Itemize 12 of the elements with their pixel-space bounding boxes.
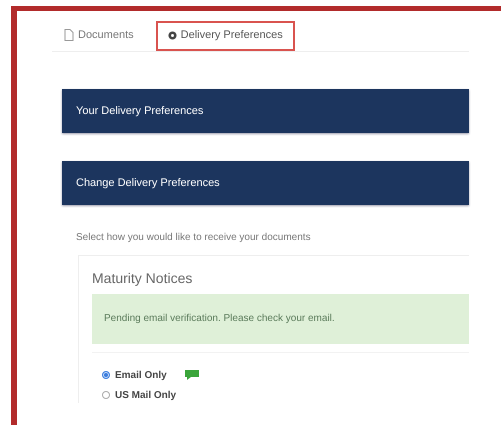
document-icon — [64, 29, 74, 41]
tab[interactable]: Delivery Preferences — [156, 21, 295, 51]
option-label: US Mail Only — [115, 390, 176, 400]
verification-alert: Pending email verification. Please check your email. — [92, 294, 469, 344]
panel-header: Your Delivery Preferences — [62, 89, 469, 133]
option-label: Email Only — [115, 370, 167, 380]
panel-header: Change Delivery Preferences — [62, 161, 469, 205]
section-title: Maturity Notices — [92, 270, 194, 286]
tab[interactable]: Documents — [52, 21, 146, 51]
radio-button[interactable] — [102, 391, 110, 399]
instructions-text: Select how you would like to receive your documents — [76, 232, 312, 243]
radio-button[interactable] — [102, 371, 110, 379]
